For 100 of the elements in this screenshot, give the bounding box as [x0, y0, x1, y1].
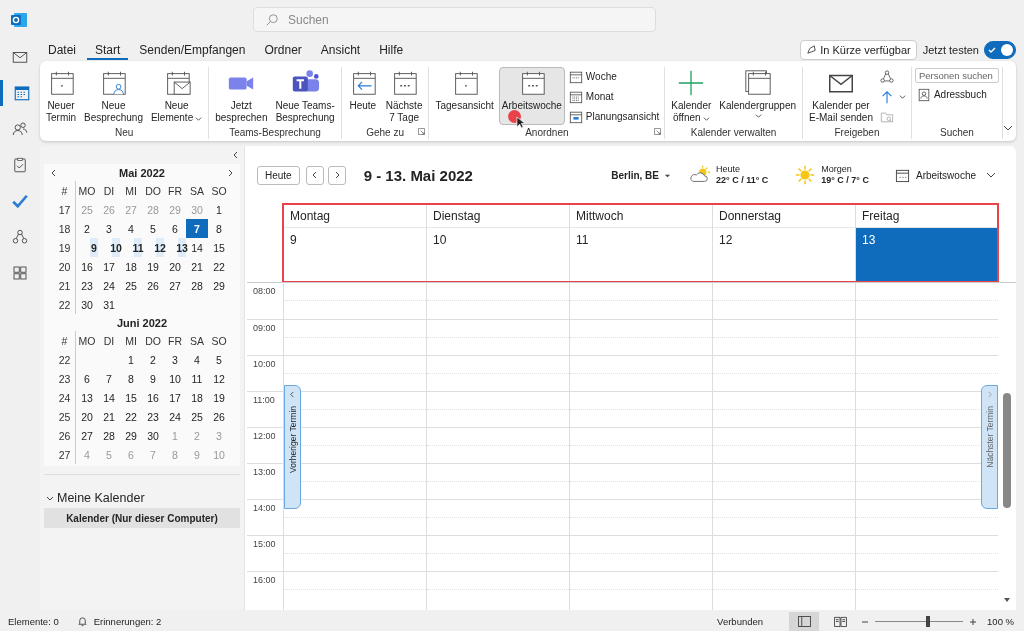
calendar-day[interactable]: 20 — [76, 407, 98, 426]
calendar-group-label[interactable]: Meine Kalender — [57, 491, 145, 505]
ribbon-button[interactable]: Heute — [344, 67, 381, 125]
calendar-day[interactable]: 15 — [120, 388, 142, 407]
dialog-launcher-icon[interactable] — [418, 128, 426, 135]
view-mode-button[interactable] — [789, 612, 820, 631]
menu-tab[interactable]: Ordner — [256, 39, 310, 60]
ribbon-button[interactable]: Jetzt besprechen — [212, 67, 271, 125]
calendar-day[interactable]: 7 — [98, 369, 120, 388]
calendar-day[interactable]: 17 — [98, 257, 120, 276]
calendar-day[interactable]: 6 — [164, 219, 186, 238]
calendar-day[interactable]: 25 — [120, 276, 142, 295]
reminders-count[interactable]: Erinnerungen: 2 — [93, 616, 162, 627]
ribbon-button[interactable]: Kalender per E-Mail senden — [806, 67, 876, 125]
calendar-day[interactable]: 15 — [208, 238, 230, 257]
calendar-day[interactable]: 16 — [76, 257, 98, 276]
ribbon-button[interactable]: Nächste 7 Tage — [382, 67, 426, 125]
calendar-day[interactable]: 6 — [76, 369, 98, 388]
calendar-day[interactable]: 4 — [120, 219, 142, 238]
calendar-day[interactable]: 17 — [164, 388, 186, 407]
calendar-day[interactable]: 2 — [76, 219, 98, 238]
menu-tab[interactable]: Senden/Empfangen — [131, 39, 254, 60]
ribbon-button[interactable]: Tagesansicht — [432, 67, 497, 125]
ribbon-button[interactable]: Neue Besprechung — [81, 67, 146, 125]
ribbon-button[interactable]: Arbeitswoche — [498, 67, 565, 125]
calendar-day[interactable]: 3 — [164, 350, 186, 369]
calendar-day[interactable]: 20 — [164, 257, 186, 276]
ribbon-button[interactable]: Kalender öffnen — [668, 67, 715, 125]
calendar-day[interactable]: 12 — [156, 238, 164, 257]
calendar-day[interactable]: 10 — [112, 238, 120, 257]
calendar-day[interactable]: 11 — [186, 369, 208, 388]
day-header-cell[interactable]: 9 — [284, 228, 426, 282]
calendar-day[interactable]: 22 — [120, 407, 142, 426]
next-month-icon[interactable] — [226, 168, 234, 177]
ribbon-button[interactable]: Neuer Termin — [43, 67, 79, 125]
calendar-day[interactable]: 18 — [120, 257, 142, 276]
calendar-day[interactable]: 30 — [142, 426, 164, 445]
search-field[interactable]: Suchen — [253, 7, 656, 32]
calendar-day[interactable]: 8 — [208, 219, 230, 238]
calendar-day[interactable]: 18 — [186, 388, 208, 407]
outlook-logo-icon[interactable] — [9, 10, 29, 30]
toggle-switch[interactable] — [984, 40, 1016, 59]
menu-tab[interactable]: Hilfe — [371, 39, 412, 60]
calendar-day[interactable]: 26 — [142, 276, 164, 295]
calendar-day[interactable]: 22 — [208, 257, 230, 276]
calendar-day[interactable]: 23 — [142, 407, 164, 426]
calendar-day[interactable]: 8 — [120, 369, 142, 388]
scrollbar-thumb[interactable] — [1003, 393, 1011, 508]
calendar-day[interactable]: 24 — [98, 276, 120, 295]
previous-month-icon[interactable] — [50, 168, 58, 177]
today-button[interactable]: Heute — [257, 165, 300, 185]
calendar-day[interactable]: 30 — [76, 295, 98, 314]
calendar-day[interactable]: 28 — [98, 426, 120, 445]
day-header-cell[interactable]: 12 — [713, 228, 855, 282]
previous-appointment-tab[interactable]: Vorheriger Termin — [284, 385, 301, 509]
ribbon-button[interactable]: Adressbuch — [914, 86, 999, 103]
calendar-day[interactable]: 1 — [120, 350, 142, 369]
ribbon-button[interactable]: Woche — [566, 68, 662, 85]
ribbon-button[interactable]: Monat — [566, 88, 662, 105]
scroll-down-icon[interactable] — [1003, 596, 1011, 604]
view-dropdown[interactable]: Arbeitswoche — [894, 167, 996, 183]
calendar-day[interactable]: 5 — [208, 350, 230, 369]
menu-tab[interactable]: Datei — [40, 39, 84, 60]
calendar-day[interactable]: 16 — [142, 388, 164, 407]
chevron-down-icon[interactable] — [46, 494, 54, 502]
people-search-field[interactable]: Personen suchen — [914, 68, 999, 83]
calendar-day[interactable]: 27 — [76, 426, 98, 445]
calendar-day[interactable]: 19 — [142, 257, 164, 276]
collapse-pane-icon[interactable] — [232, 151, 240, 159]
menu-tab[interactable]: Start — [87, 39, 129, 60]
calendar-day[interactable]: 2 — [142, 350, 164, 369]
calendar-day[interactable]: 12 — [208, 369, 230, 388]
calendar-day[interactable]: 3 — [98, 219, 120, 238]
calendar-day[interactable]: 4 — [186, 350, 208, 369]
calendar-day[interactable]: 29 — [208, 276, 230, 295]
calendar-day[interactable]: 14 — [98, 388, 120, 407]
dialog-launcher-icon[interactable] — [654, 128, 662, 135]
calendar-day[interactable]: 28 — [186, 276, 208, 295]
calendar-day[interactable]: 11 — [134, 238, 142, 257]
calendar-list-item[interactable]: Kalender (Nur dieser Computer) — [44, 508, 240, 528]
ribbon-button[interactable]: Neue Elemente — [147, 67, 206, 125]
calendar-day[interactable]: 10 — [164, 369, 186, 388]
calendar-day[interactable]: 5 — [142, 219, 164, 238]
zoom-slider-thumb[interactable] — [925, 616, 930, 627]
calendar-day[interactable]: 9 — [90, 238, 98, 257]
location-dropdown[interactable]: Berlin, BE — [611, 169, 671, 181]
calendar-day[interactable]: 24 — [164, 407, 186, 426]
calendar-day[interactable]: 7 — [186, 219, 208, 238]
calendar-day[interactable]: 31 — [98, 295, 120, 314]
calendar-day[interactable]: 1 — [208, 200, 230, 219]
calendar-day[interactable]: 13 — [76, 388, 98, 407]
calendar-day[interactable]: 19 — [208, 388, 230, 407]
calendar-day[interactable]: 27 — [164, 276, 186, 295]
calendar-day[interactable]: 13 — [178, 238, 186, 257]
coming-soon-button[interactable]: In Kürze verfügbar — [800, 39, 917, 60]
day-header-cell[interactable]: 10 — [427, 228, 569, 282]
ribbon-button[interactable]: Kalendergruppen — [716, 67, 799, 125]
calendar-day[interactable]: 9 — [142, 369, 164, 388]
ribbon-button[interactable]: Planungsansicht — [566, 108, 662, 125]
day-header-cell[interactable]: 11 — [570, 228, 712, 282]
